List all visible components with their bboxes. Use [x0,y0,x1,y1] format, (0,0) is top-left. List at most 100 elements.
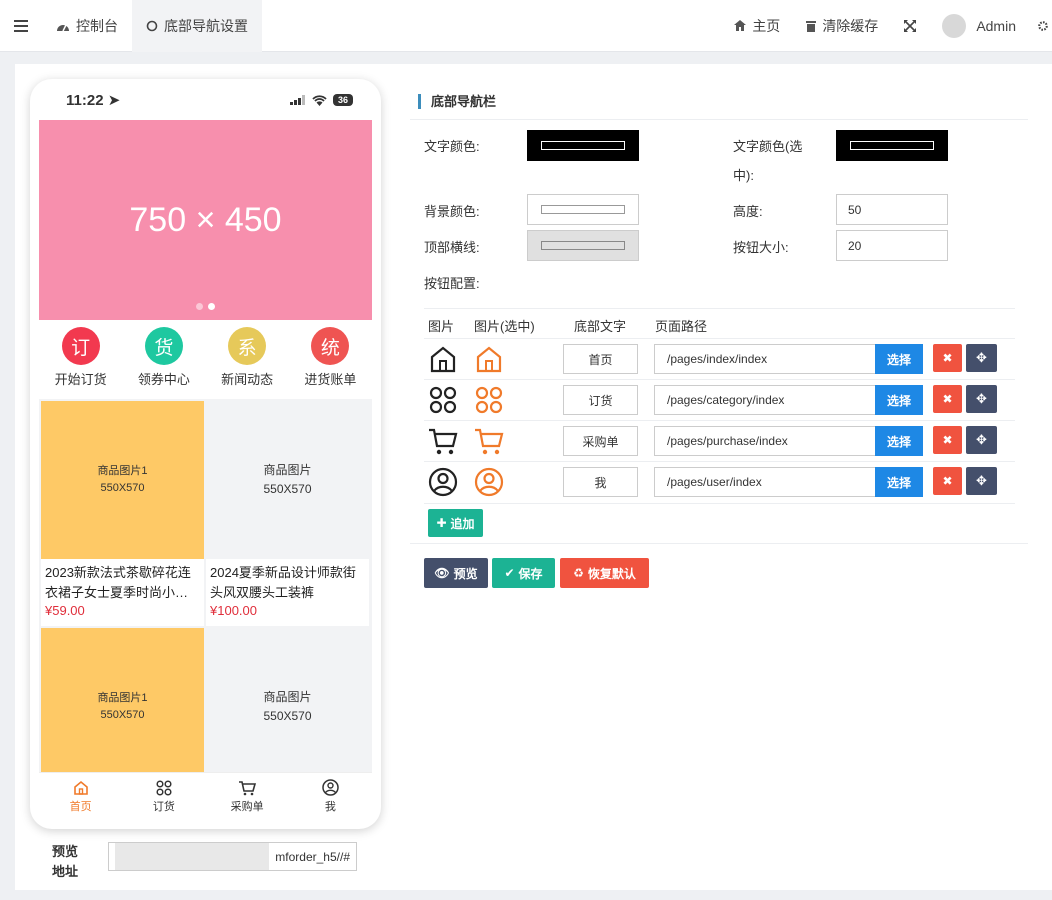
button-size-input[interactable]: 20 [836,230,948,261]
home-link[interactable]: 主页 [721,0,793,52]
move-button[interactable]: ✥ [966,344,997,372]
move-button[interactable]: ✥ [966,385,997,413]
header-image: 图片 [428,319,455,334]
home-selected-icon[interactable] [474,344,504,374]
top-line-color-swatch [541,241,625,250]
phone-tab-label: 我 [324,801,336,813]
delete-button[interactable]: ✖ [933,344,962,372]
hamburger-icon [14,19,28,32]
nav-path-input[interactable]: /pages/user/index [654,467,876,497]
phone-tab-order[interactable]: 订货 [122,773,205,820]
quick-nav-item[interactable]: 货 领券中心 [122,327,205,388]
delete-button[interactable]: ✖ [933,467,962,495]
divider [424,308,1015,309]
add-nav-button[interactable]: ✚ 追加 [428,509,483,537]
save-button[interactable]: ✔ 保存 [492,558,555,588]
delete-button[interactable]: ✖ [933,385,962,413]
goods-image-text: 商品图片1 [97,465,148,477]
text-color-selected-label-cont: 中): [733,168,754,183]
preview-url-input[interactable]: mforder_h5//# [108,842,357,871]
goods-image-size: 550X570 [263,709,312,723]
header-page-path: 页面路径 [655,319,708,334]
home-link-label: 主页 [752,17,781,34]
phone-tab-me[interactable]: 我 [289,773,372,820]
nav-path-input[interactable]: /pages/category/index [654,385,876,415]
goods-card[interactable]: 商品图片1 550X570 [41,628,204,772]
circle-icon [146,20,158,31]
quick-nav-item[interactable]: 系 新闻动态 [206,327,289,388]
header-bottom-text: 底部文字 [574,319,627,334]
settings-button[interactable] [1038,0,1052,52]
cart-icon[interactable] [428,426,458,456]
quick-nav-circle: 订 [61,327,100,365]
goods-card[interactable]: 商品图片1 550X570 2023新款法式茶歇碎花连衣裙子女士夏季时尚小… ¥… [41,401,204,626]
plus-icon: ✚ [436,516,447,530]
preview-url-label: 预览地址 [52,844,79,879]
text-color-picker[interactable] [527,130,639,161]
user-circle-icon[interactable] [428,467,458,497]
height-input[interactable]: 50 [836,194,948,225]
status-time: 11:22 ➤ [66,92,121,109]
quick-nav-label: 领券中心 [137,372,190,387]
preview-button[interactable]: 👁 预览 [424,558,488,588]
select-button[interactable]: 选择 [875,385,923,415]
nav-path-input[interactable]: /pages/purchase/index [654,426,876,456]
battery-indicator: 36 [332,94,353,106]
quick-nav: 订 开始订货 货 领券中心 系 新闻动态 统 进货账单 [39,327,372,388]
phone-tab-home[interactable]: 首页 [39,773,122,820]
banner-placeholder-text: 750 × 450 [129,200,282,239]
goods-card[interactable]: 商品图片 550X570 [206,628,369,772]
select-button[interactable]: 选择 [875,467,923,497]
reset-default-button[interactable]: ♻ 恢复默认 [560,558,649,588]
nav-text-input[interactable]: 我 [563,467,638,497]
goods-price: ¥59.00 [45,603,85,618]
grid-circles-icon[interactable] [428,385,458,415]
select-button[interactable]: 选择 [875,426,923,456]
bg-color-picker[interactable] [527,194,639,225]
fullscreen-button[interactable] [891,0,929,52]
nav-text-input[interactable]: 采购单 [563,426,638,456]
move-button[interactable]: ✥ [966,426,997,454]
grid-circles-selected-icon[interactable] [474,385,504,415]
goods-image-size: 550X570 [100,482,145,494]
banner-image[interactable]: 750 × 450 [39,120,372,320]
move-button[interactable]: ✥ [966,467,997,495]
home-icon[interactable] [428,344,458,374]
cart-selected-icon[interactable] [474,426,504,456]
user-circle-selected-icon[interactable] [474,467,504,497]
divider [410,543,1028,544]
quick-nav-circle: 货 [144,327,183,365]
menu-toggle[interactable] [0,0,42,52]
user-name: Admin [976,17,1016,34]
quick-nav-circle: 统 [311,327,350,365]
trash-icon [806,20,817,32]
close-icon: ✖ [942,433,953,447]
banner-dot-active[interactable] [208,303,215,310]
select-button[interactable]: 选择 [875,344,923,374]
nav-text-input[interactable]: 首页 [563,344,638,374]
goods-image: 商品图片1 550X570 [41,401,204,559]
height-label: 高度: [733,204,763,219]
check-icon: ✔ [504,566,515,580]
avatar [942,13,967,38]
user-menu[interactable]: Admin [929,0,1038,52]
goods-card[interactable]: 商品图片 550X570 2024夏季新品设计师款街头风双腰头工装裤 ¥100.… [206,401,369,626]
preview-label: 预览 [453,566,478,581]
banner-dot[interactable] [196,303,203,310]
quick-nav-item[interactable]: 统 进货账单 [289,327,372,388]
clear-cache-button[interactable]: 清除缓存 [793,0,891,52]
nav-path-input[interactable]: /pages/index/index [654,344,876,374]
tab-bottom-nav-settings[interactable]: 底部导航设置 [132,0,262,52]
banner-dots [39,303,372,310]
divider [424,420,1015,421]
quick-nav-circle: 系 [228,327,267,365]
tab-dashboard[interactable]: 控制台 [42,0,132,52]
text-color-selected-picker[interactable] [836,130,948,161]
top-line-color-picker[interactable] [527,230,639,261]
text-color-swatch [541,141,625,150]
quick-nav-item[interactable]: 订 开始订货 [39,327,122,388]
phone-tab-purchase[interactable]: 采购单 [206,773,289,820]
delete-button[interactable]: ✖ [933,426,962,454]
nav-text-input[interactable]: 订货 [563,385,638,415]
tab-dashboard-label: 控制台 [76,17,118,34]
